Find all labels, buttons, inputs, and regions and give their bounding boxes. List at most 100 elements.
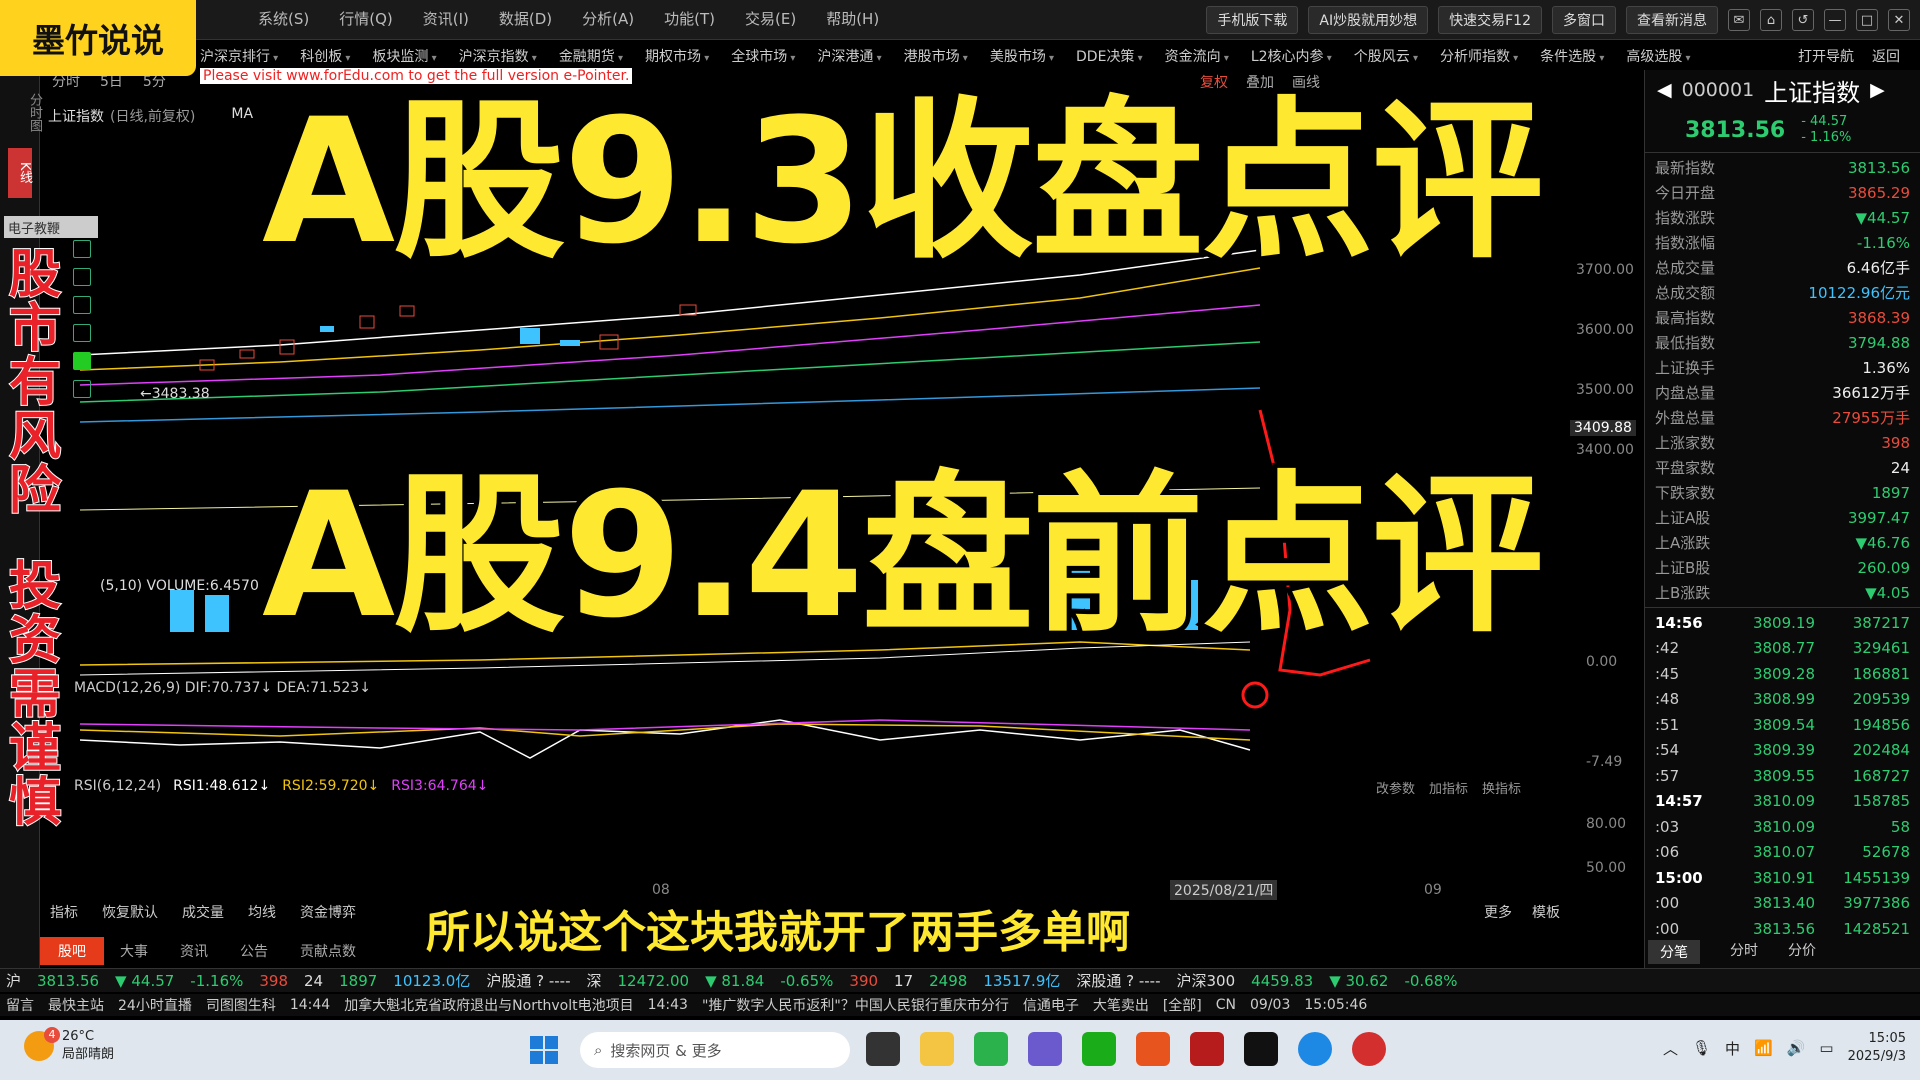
- menu-item[interactable]: 分析(A): [582, 8, 634, 29]
- mobile-download-button[interactable]: 手机版下载: [1206, 6, 1299, 34]
- nav-item[interactable]: 分析师指数: [1440, 46, 1518, 66]
- tab-guba[interactable]: 股吧: [40, 937, 104, 965]
- news-item[interactable]: 留言: [6, 995, 34, 1015]
- task-view-icon[interactable]: [866, 1032, 900, 1066]
- tab-volume[interactable]: 成交量: [182, 902, 224, 922]
- add-indicator-button[interactable]: 加指标: [1429, 778, 1468, 797]
- nav-item[interactable]: 个股风云: [1354, 46, 1418, 66]
- volume-icon[interactable]: 🔊: [1787, 1039, 1806, 1057]
- nav-item[interactable]: 沪深港通: [817, 46, 881, 66]
- nav-item[interactable]: 沪深京指数: [459, 46, 537, 66]
- news-item[interactable]: CN: [1216, 997, 1236, 1013]
- swap-indicator-button[interactable]: 换指标: [1482, 778, 1521, 797]
- fill-tool-icon[interactable]: [73, 352, 91, 370]
- taskbar-search[interactable]: ⌕ 搜索网页 & 更多: [580, 1032, 850, 1068]
- quick-trade-button[interactable]: 快速交易F12: [1438, 6, 1542, 34]
- stock-app-icon[interactable]: [1136, 1032, 1170, 1066]
- menu-item[interactable]: 功能(T): [664, 8, 715, 29]
- news-item[interactable]: 09/03: [1250, 997, 1290, 1013]
- record-icon[interactable]: [1352, 1032, 1386, 1066]
- wechat-icon[interactable]: [974, 1032, 1008, 1066]
- nav-item[interactable]: 港股市场: [904, 46, 968, 66]
- rect-tool-icon[interactable]: [73, 268, 91, 286]
- nav-item[interactable]: 科创板: [300, 46, 350, 66]
- home-icon[interactable]: ⌂: [1760, 9, 1782, 31]
- tab-price-dist[interactable]: 分价: [1788, 940, 1816, 964]
- menu-item[interactable]: 资讯(I): [423, 8, 469, 29]
- ime-indicator[interactable]: 中: [1725, 1038, 1740, 1059]
- edge-browser-icon[interactable]: [1298, 1032, 1332, 1066]
- left-strip-timeshare[interactable]: 分时图: [10, 80, 42, 144]
- close-icon[interactable]: ✕: [1888, 9, 1910, 31]
- weather-widget[interactable]: 26°C 局部晴朗: [24, 1027, 114, 1064]
- news-item[interactable]: 最快主站: [48, 995, 104, 1015]
- news-item[interactable]: "推广数字人民币返利"？中国人民银行重庆市分行: [702, 995, 1009, 1015]
- back-link[interactable]: 返回: [1872, 46, 1900, 66]
- nav-item[interactable]: 美股市场: [990, 46, 1054, 66]
- zoom-tool-icon[interactable]: [73, 380, 91, 398]
- news-item[interactable]: 司图图生科: [206, 995, 276, 1015]
- next-stock-icon[interactable]: ▶: [1870, 79, 1885, 101]
- nav-item[interactable]: L2核心内参: [1251, 46, 1332, 66]
- brush-tool-icon[interactable]: [73, 296, 91, 314]
- tab-restore-default[interactable]: 恢复默认: [102, 902, 158, 922]
- nav-item[interactable]: 沪深京排行: [200, 46, 278, 66]
- wifi-icon[interactable]: 📶: [1754, 1039, 1773, 1057]
- nav-item[interactable]: 高级选股: [1626, 46, 1690, 66]
- tab-indicator[interactable]: 指标: [50, 902, 78, 922]
- news-item[interactable]: 大笔卖出: [1093, 995, 1149, 1015]
- change-params-button[interactable]: 改参数: [1376, 778, 1415, 797]
- news-item[interactable]: 24小时直播: [118, 995, 192, 1015]
- mail-icon[interactable]: ✉: [1728, 9, 1750, 31]
- tab-events[interactable]: 大事: [104, 941, 164, 961]
- nav-item[interactable]: 资金流向: [1165, 46, 1229, 66]
- system-clock[interactable]: 15:05 2025/9/3: [1848, 1030, 1906, 1066]
- prev-stock-icon[interactable]: ◀: [1657, 79, 1672, 101]
- tab-timeshare-detail[interactable]: 分时: [1730, 940, 1758, 964]
- tab-ticks[interactable]: 分笔: [1648, 940, 1700, 964]
- tab-announcements[interactable]: 公告: [224, 941, 284, 961]
- menu-item[interactable]: 数据(D): [499, 8, 552, 29]
- menu-item[interactable]: 帮助(H): [826, 8, 879, 29]
- arrow-tool-icon[interactable]: [73, 324, 91, 342]
- windows-start-icon[interactable]: [530, 1036, 558, 1064]
- file-explorer-icon[interactable]: [920, 1032, 954, 1066]
- more-button[interactable]: 更多: [1484, 902, 1512, 922]
- news-button[interactable]: 查看新消息: [1626, 6, 1718, 34]
- news-item[interactable]: [全部]: [1163, 995, 1202, 1015]
- news-item[interactable]: 14:43: [648, 997, 688, 1013]
- menu-item[interactable]: 行情(Q): [339, 8, 393, 29]
- tab-news[interactable]: 资讯: [164, 941, 224, 961]
- menu-item[interactable]: 交易(E): [745, 8, 796, 29]
- ai-button[interactable]: AI炒股就用妙想: [1308, 6, 1429, 34]
- battery-icon[interactable]: ▭: [1819, 1039, 1833, 1057]
- nav-item[interactable]: 全球市场: [731, 46, 795, 66]
- nav-item[interactable]: 板块监测: [372, 46, 436, 66]
- pointer-tool-tag[interactable]: 电子教鞭: [4, 216, 98, 238]
- nav-item[interactable]: 金融期货: [559, 46, 623, 66]
- nav-item[interactable]: DDE决策: [1076, 46, 1143, 66]
- news-item[interactable]: 信通电子: [1023, 995, 1079, 1015]
- nav-item[interactable]: 期权市场: [645, 46, 709, 66]
- news-item[interactable]: 14:44: [290, 997, 330, 1013]
- tab-contribution[interactable]: 贡献点数: [284, 941, 372, 961]
- paint-icon[interactable]: [1028, 1032, 1062, 1066]
- capcut-icon[interactable]: [1244, 1032, 1278, 1066]
- multi-window-button[interactable]: 多窗口: [1552, 6, 1616, 34]
- news-item[interactable]: 15:05:46: [1304, 997, 1367, 1013]
- tray-chevron-icon[interactable]: ︿: [1663, 1038, 1678, 1059]
- open-nav-link[interactable]: 打开导航: [1798, 46, 1854, 66]
- nav-item[interactable]: 条件选股: [1540, 46, 1604, 66]
- draw-tool-icon[interactable]: [73, 240, 91, 258]
- news-item[interactable]: 加拿大魁北克省政府退出与Northvolt电池项目: [344, 995, 633, 1015]
- left-strip-kline[interactable]: K线: [8, 148, 32, 198]
- tab-ma[interactable]: 均线: [248, 902, 276, 922]
- template-button[interactable]: 模板: [1532, 902, 1560, 922]
- minimize-icon[interactable]: —: [1824, 9, 1846, 31]
- microphone-icon[interactable]: 🎙: [1692, 1039, 1711, 1057]
- undo-icon[interactable]: ↺: [1792, 9, 1814, 31]
- trading-app-icon[interactable]: [1190, 1032, 1224, 1066]
- tab-capital[interactable]: 资金博弈: [300, 902, 356, 922]
- chat-app-icon[interactable]: [1082, 1032, 1116, 1066]
- maximize-icon[interactable]: □: [1856, 9, 1878, 31]
